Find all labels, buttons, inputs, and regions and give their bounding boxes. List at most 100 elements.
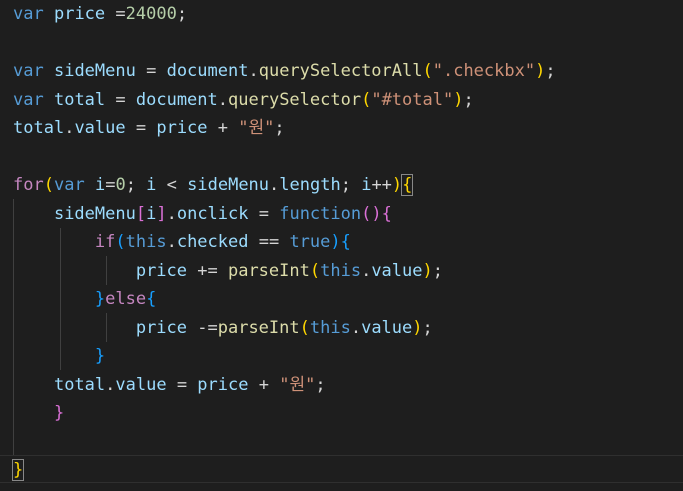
code-token: "원" [238, 118, 275, 138]
code-token: value [115, 374, 167, 395]
code-token: ; [274, 118, 285, 138]
code-token: } [94, 289, 106, 309]
code-token: sideMenu [187, 175, 270, 195]
code-token: + [248, 374, 280, 395]
code-token: ; [432, 260, 443, 281]
code-token: . [64, 118, 75, 138]
code-token: querySelector [228, 89, 362, 110]
code-token: onclick [176, 203, 249, 224]
code-token: total [53, 374, 106, 395]
code-line[interactable]: total.value = price + "원"; [13, 371, 326, 400]
code-token: document [166, 61, 249, 81]
code-token: sideMenu [53, 61, 136, 81]
code-token: ) [453, 89, 464, 110]
code-token: [ [135, 203, 147, 224]
code-editor[interactable]: var price =24000; var sideMenu = document… [0, 0, 683, 491]
code-token: var [53, 175, 85, 195]
code-token: = [248, 203, 280, 224]
code-token: . [248, 61, 259, 81]
code-token: length [279, 175, 341, 195]
code-line[interactable]: var price =24000; [13, 0, 187, 29]
code-token: this [320, 260, 362, 281]
code-token: checked [176, 232, 249, 252]
code-token: i [146, 175, 157, 195]
code-token: function [279, 203, 362, 224]
code-line[interactable]: if(this.checked == true){ [13, 228, 351, 257]
code-token: value [371, 260, 423, 281]
code-token: } [53, 403, 65, 423]
code-token: value [361, 317, 413, 338]
code-line[interactable]: var sideMenu = document.querySelectorAll… [13, 57, 556, 86]
code-token: . [361, 260, 372, 281]
code-line[interactable]: price += parseInt(this.value); [13, 257, 443, 286]
code-line[interactable]: } [11, 456, 25, 485]
code-line[interactable]: } [13, 342, 105, 371]
code-token: i [94, 175, 106, 195]
code-line[interactable]: for(var i=0; i < sideMenu.length; i++){ [13, 171, 414, 200]
code-token: price [135, 260, 188, 281]
code-token: var [13, 61, 44, 81]
code-token: parseInt [217, 317, 300, 338]
code-token: . [105, 374, 116, 395]
code-token: price [135, 317, 188, 338]
code-token: i [146, 203, 157, 224]
code-token: else [105, 289, 147, 309]
code-token: ) [535, 61, 546, 81]
code-token: ".checkbx" [432, 61, 536, 81]
code-line[interactable]: total.value = price + "원"; [13, 114, 285, 143]
code-token: = [125, 118, 157, 138]
code-token: price [197, 374, 249, 395]
code-token: = [166, 374, 198, 395]
code-token: true [289, 232, 331, 252]
code-token: { [146, 289, 157, 309]
code-token: ; [545, 61, 556, 81]
code-token: ( [299, 317, 310, 338]
code-token: ( [309, 260, 321, 281]
code-token: this [125, 232, 167, 252]
code-token: . [269, 175, 280, 195]
code-line[interactable]: } [13, 399, 64, 428]
code-token: total [13, 118, 65, 138]
code-token: . [166, 232, 177, 252]
code-token: () [361, 203, 382, 224]
code-token: 0 [115, 175, 126, 195]
code-token: ] [156, 203, 167, 224]
code-line[interactable]: price -=parseInt(this.value); [13, 314, 433, 343]
code-token: "원" [279, 374, 316, 395]
code-token: ( [422, 61, 433, 81]
code-token: ( [115, 232, 126, 252]
code-token: { [381, 203, 392, 224]
code-token: } [94, 346, 106, 366]
code-token: += [187, 260, 228, 281]
code-token: = [105, 175, 116, 195]
code-token: ; [340, 175, 362, 195]
code-token: price [53, 4, 106, 24]
code-token: value [74, 118, 126, 138]
code-line[interactable]: sideMenu[i].onclick = function(){ [13, 200, 392, 229]
code-token: ; [463, 89, 474, 110]
code-token: ; [422, 317, 433, 338]
code-line[interactable]: var total = document.querySelector("#tot… [13, 86, 474, 115]
code-token: sideMenu [53, 203, 136, 224]
code-token: . [217, 89, 229, 110]
code-token: for [13, 175, 44, 195]
code-token: ; [125, 175, 147, 195]
code-token: ) [422, 260, 433, 281]
code-token: . [166, 203, 177, 224]
code-token: = [105, 4, 126, 24]
code-token: ; [176, 4, 188, 24]
code-line[interactable]: }else{ [13, 285, 156, 314]
code-token: ) [391, 175, 403, 195]
